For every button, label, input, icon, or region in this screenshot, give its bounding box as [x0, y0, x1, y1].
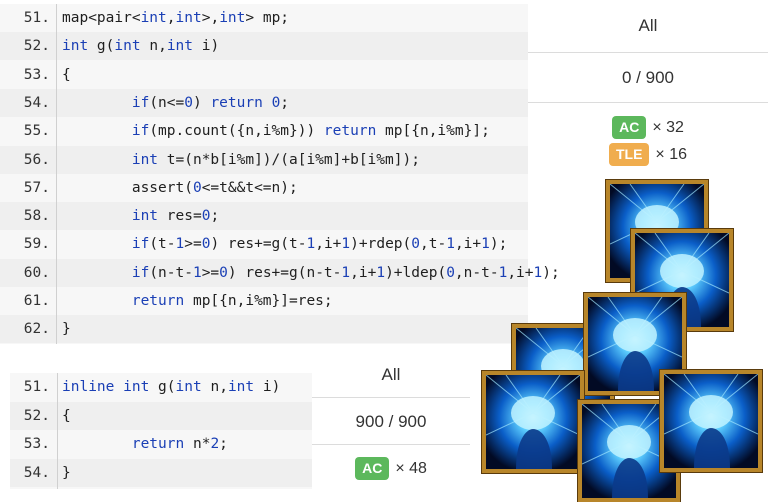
code-text: if(mp.count({n,i%m})) return mp[{n,i%m}]…: [131, 123, 490, 140]
ac-badge[interactable]: AC: [612, 116, 647, 139]
verdict-ac: AC × 48: [355, 457, 427, 480]
line-number: 51.: [23, 379, 50, 395]
code-text: if(t-1>=0) res+=g(t-1,i+1)+rdep(0,t-1,i+…: [131, 236, 508, 253]
line-number: 62.: [23, 321, 50, 338]
code-line: 51. inline int g(int n,int i): [10, 373, 312, 401]
line-number: 54.: [23, 464, 50, 481]
line-number-gutter: [57, 373, 58, 489]
verdict-ac: AC × 32: [612, 116, 684, 139]
code-line: 55. if(mp.count({n,i%m})) return mp[{n,i…: [0, 117, 528, 145]
result-score: 900 / 900: [312, 397, 470, 445]
line-number: 55.: [23, 123, 50, 140]
ac-count: × 48: [395, 459, 427, 477]
line-number: 58.: [23, 208, 50, 225]
line-number: 61.: [23, 293, 50, 309]
code-line: 57. assert(0<=t&&t<=n);: [0, 174, 528, 202]
ac-badge[interactable]: AC: [355, 457, 390, 480]
tle-badge[interactable]: TLE: [608, 143, 650, 166]
code-line: 54.}: [10, 458, 312, 487]
code-text: }: [62, 464, 71, 481]
line-number: 60.: [23, 264, 50, 281]
top-result-table: All 0 / 900 AC × 32 TLE × 16: [528, 0, 768, 178]
code-line: 53. return n*2;: [10, 430, 312, 458]
code-line: 52. int g(int n,int i): [0, 32, 528, 61]
line-number: 52.: [23, 407, 50, 424]
line-number: 51.: [23, 10, 50, 26]
result-header: All: [312, 352, 470, 397]
score-text: 0 / 900: [622, 68, 674, 87]
code-line: 54. if(n<=0) return 0;: [0, 88, 528, 117]
code-line: 62.}: [0, 315, 528, 344]
code-text: return n*2;: [131, 436, 228, 452]
result-header: All: [528, 0, 768, 52]
bottom-result-table: All 900 / 900 AC × 48: [312, 352, 470, 491]
line-number: 52.: [23, 38, 50, 55]
code-text: }: [62, 321, 71, 338]
line-number: 53.: [23, 436, 50, 452]
tle-count: × 16: [655, 145, 688, 163]
ac-count: × 32: [652, 118, 684, 136]
code-line: 56. int t=(n*b[i%m])/(a[i%m]+b[i%m]);: [0, 145, 528, 174]
code-line: 58. int res=0;: [0, 202, 528, 231]
verdict-cell: AC × 32 TLE × 16: [528, 102, 768, 179]
code-text: return mp[{n,i%m}]=res;: [131, 293, 333, 309]
bottom-code-panel: 51. inline int g(int n,int i) 52. {53. retu…: [10, 373, 312, 489]
code-text: int g(int n,int i): [62, 38, 220, 55]
code-line: 59. if(t-1>=0) res+=g(t-1,i+1)+rdep(0,t-…: [0, 230, 528, 258]
code-text: inline int g(int n,int i): [62, 379, 281, 395]
code-text: if(n-t-1>=0) res+=g(n-t-1,i+1)+ldep(0,n-…: [131, 264, 560, 281]
verdict-cell: AC × 48: [312, 444, 470, 492]
verdict-tle: TLE × 16: [608, 143, 688, 166]
line-number: 59.: [23, 236, 50, 253]
code-line: 52. {: [10, 401, 312, 430]
code-line: 61. return mp[{n,i%m}]=res;: [0, 287, 528, 315]
code-text: if(n<=0) return 0;: [131, 94, 290, 111]
result-header-label: All: [638, 16, 658, 35]
glowing-brain-icon: [482, 371, 584, 473]
line-number: 54.: [23, 94, 50, 111]
line-number: 53.: [23, 66, 50, 83]
code-line: 51. map<pair<int,int>,int> mp;: [0, 4, 528, 32]
result-score: 0 / 900: [528, 52, 768, 103]
code-text: assert(0<=t&&t<=n);: [62, 179, 298, 196]
code-text: map<pair<int,int>,int> mp;: [62, 10, 290, 26]
code-text: {: [62, 66, 71, 83]
result-header-label: All: [381, 364, 401, 384]
line-number: 56.: [23, 151, 50, 168]
line-number-gutter: [56, 4, 57, 344]
code-text: int t=(n*b[i%m])/(a[i%m]+b[i%m]);: [131, 151, 420, 168]
code-line: 60. if(n-t-1>=0) res+=g(n-t-1,i+1)+ldep(…: [0, 258, 560, 287]
code-text: int res=0;: [131, 208, 220, 225]
score-text: 900 / 900: [355, 411, 427, 431]
top-code-panel: 51. map<pair<int,int>,int> mp; 52. int g(in…: [0, 4, 560, 344]
code-text: {: [62, 407, 71, 424]
line-number: 57.: [23, 179, 50, 196]
code-line: 53. {: [0, 61, 528, 89]
glowing-brain-icon: [660, 370, 762, 472]
